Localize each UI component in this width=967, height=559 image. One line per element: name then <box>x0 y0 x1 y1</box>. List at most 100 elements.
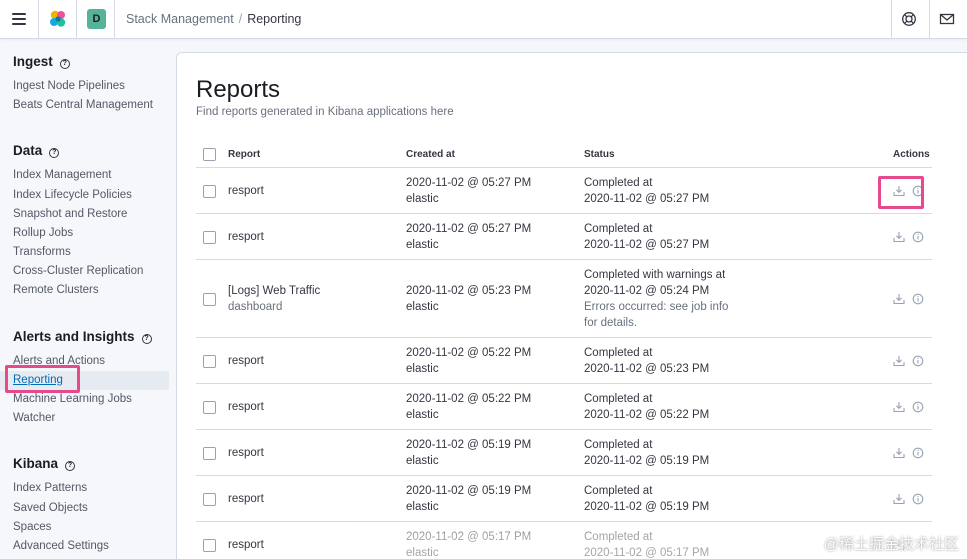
status-cell: Completed at 2020-11-02 @ 05:27 PM <box>584 177 710 205</box>
column-header-status[interactable]: Status <box>584 149 615 160</box>
info-icon[interactable] <box>912 231 924 243</box>
page-description: Find reports generated in Kibana applica… <box>196 106 454 118</box>
download-icon[interactable] <box>893 355 905 367</box>
header-divider <box>76 0 77 39</box>
report-name: resport <box>228 231 264 243</box>
row-checkbox[interactable] <box>203 401 216 414</box>
row-checkbox[interactable] <box>203 293 216 306</box>
report-name: resport <box>228 539 264 551</box>
download-icon[interactable] <box>893 293 905 305</box>
sidebar-item-spaces[interactable]: Spaces <box>13 521 51 533</box>
sidebar-item-advanced-settings[interactable]: Advanced Settings <box>13 540 109 552</box>
row-checkbox[interactable] <box>203 447 216 460</box>
info-icon[interactable] <box>912 447 924 459</box>
row-checkbox[interactable] <box>203 231 216 244</box>
status-cell: Completed at 2020-11-02 @ 05:23 PM <box>584 347 710 375</box>
menu-icon[interactable] <box>12 13 26 25</box>
row-checkbox[interactable] <box>203 539 216 552</box>
created-at-cell: 2020-11-02 @ 05:22 PM elastic <box>406 347 532 375</box>
column-header-report[interactable]: Report <box>228 149 260 160</box>
created-at-cell: 2020-11-02 @ 05:27 PM elastic <box>406 223 532 251</box>
info-icon[interactable] <box>912 293 924 305</box>
sidebar-item-cross-cluster-replication[interactable]: Cross-Cluster Replication <box>13 265 143 277</box>
help-icon: ? <box>141 334 152 344</box>
download-icon[interactable] <box>893 401 905 413</box>
breadcrumb-stack-management[interactable]: Stack Management <box>126 12 234 26</box>
select-all-checkbox[interactable] <box>203 148 216 161</box>
watermark-text: @稀土掘金技术社区 <box>823 536 959 553</box>
table-divider <box>196 213 932 214</box>
download-icon[interactable] <box>893 447 905 459</box>
reporting-highlight-box <box>5 365 80 393</box>
table-divider <box>196 259 932 260</box>
table-divider <box>196 429 932 430</box>
created-at-cell: 2020-11-02 @ 05:27 PM elastic <box>406 177 532 205</box>
status-cell: Completed at 2020-11-02 @ 05:19 PM <box>584 485 710 513</box>
sidebar-item-saved-objects[interactable]: Saved Objects <box>13 502 88 514</box>
help-icon: ? <box>49 148 60 158</box>
header-divider <box>929 0 930 39</box>
sidebar-item-transforms[interactable]: Transforms <box>13 246 71 258</box>
help-icon: ? <box>59 59 70 69</box>
breadcrumb: Stack Management / Reporting <box>126 12 302 26</box>
sidebar-item-index-management[interactable]: Index Management <box>13 169 111 181</box>
created-at-cell: 2020-11-02 @ 05:19 PM elastic <box>406 485 532 513</box>
report-name: resport <box>228 401 264 413</box>
sidebar-item-watcher[interactable]: Watcher <box>13 412 55 424</box>
elastic-logo-icon[interactable] <box>49 10 67 28</box>
download-highlight-box <box>878 176 924 209</box>
created-at-cell: 2020-11-02 @ 05:17 PM elastic <box>406 531 532 559</box>
row-checkbox[interactable] <box>203 355 216 368</box>
column-header-created-at[interactable]: Created at <box>406 149 455 160</box>
status-cell: Completed at 2020-11-02 @ 05:17 PM <box>584 531 710 559</box>
row-checkbox[interactable] <box>203 493 216 506</box>
report-name: resport <box>228 355 264 367</box>
sidebar-item-beats-central-management[interactable]: Beats Central Management <box>13 99 153 111</box>
sidebar-section-kibana: Kibana? <box>13 456 76 471</box>
header-divider <box>38 0 39 39</box>
sidebar-item-rollup-jobs[interactable]: Rollup Jobs <box>13 227 73 239</box>
created-at-cell: 2020-11-02 @ 05:19 PM elastic <box>406 439 532 467</box>
sidebar-item-remote-clusters[interactable]: Remote Clusters <box>13 284 99 296</box>
table-divider <box>196 475 932 476</box>
page-title: Reports <box>196 76 281 103</box>
table-divider <box>196 337 932 338</box>
download-icon[interactable] <box>893 493 905 505</box>
report-name: [Logs] Web Traffic dashboard <box>228 285 321 313</box>
info-icon[interactable] <box>912 493 924 505</box>
created-at-cell: 2020-11-02 @ 05:23 PM elastic <box>406 285 532 313</box>
sidebar: Ingest? Ingest Node Pipelines Beats Cent… <box>0 40 170 559</box>
sidebar-section-ingest: Ingest? <box>13 54 70 69</box>
status-cell: Completed at 2020-11-02 @ 05:19 PM <box>584 439 710 467</box>
sidebar-item-ingest-node-pipelines[interactable]: Ingest Node Pipelines <box>13 80 125 92</box>
sidebar-section-data: Data? <box>13 143 60 158</box>
header-divider <box>891 0 892 39</box>
row-checkbox[interactable] <box>203 185 216 198</box>
table-divider <box>196 383 932 384</box>
info-icon[interactable] <box>912 401 924 413</box>
space-avatar[interactable]: D <box>87 9 106 29</box>
top-header: D Stack Management / Reporting <box>0 0 967 39</box>
reports-panel: Reports Find reports generated in Kibana… <box>176 52 967 559</box>
sidebar-item-machine-learning-jobs[interactable]: Machine Learning Jobs <box>13 393 132 405</box>
mail-icon[interactable] <box>939 11 955 27</box>
download-icon[interactable] <box>893 231 905 243</box>
status-cell: Completed at 2020-11-02 @ 05:22 PM <box>584 393 710 421</box>
sidebar-item-index-lifecycle-policies[interactable]: Index Lifecycle Policies <box>13 189 132 201</box>
sidebar-item-index-patterns[interactable]: Index Patterns <box>13 482 87 494</box>
table-divider <box>196 521 932 522</box>
column-header-actions: Actions <box>893 149 930 160</box>
help-icon[interactable] <box>901 11 917 27</box>
sidebar-item-snapshot-and-restore[interactable]: Snapshot and Restore <box>13 208 127 220</box>
table-divider <box>196 167 932 168</box>
status-cell: Completed with warnings at 2020-11-02 @ 0… <box>584 269 729 329</box>
report-name: resport <box>228 185 264 197</box>
sidebar-section-alerts-and-insights: Alerts and Insights? <box>13 329 152 344</box>
breadcrumb-reporting: Reporting <box>247 12 302 26</box>
help-icon: ? <box>65 461 76 471</box>
info-icon[interactable] <box>912 355 924 367</box>
created-at-cell: 2020-11-02 @ 05:22 PM elastic <box>406 393 532 421</box>
report-name: resport <box>228 447 264 459</box>
header-divider <box>114 0 115 39</box>
report-name: resport <box>228 493 264 505</box>
